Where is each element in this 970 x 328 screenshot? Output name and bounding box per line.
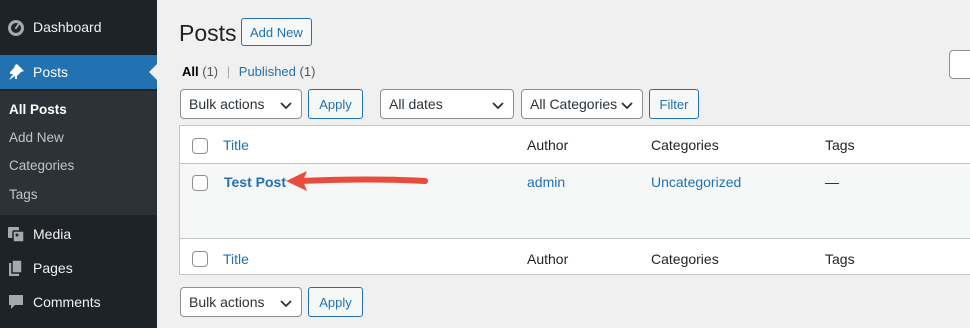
column-title-footer[interactable]: Title bbox=[223, 251, 249, 267]
bulk-actions-value: Bulk actions bbox=[189, 96, 265, 112]
dashboard-icon bbox=[6, 17, 26, 37]
apply-button-bottom[interactable]: Apply bbox=[308, 287, 363, 317]
table-header-row: Title Author Categories Tags bbox=[180, 126, 970, 164]
sidebar-item-label: Media bbox=[33, 226, 72, 242]
sidebar-item-dashboard[interactable]: Dashboard bbox=[0, 10, 157, 44]
column-tags-header: Tags bbox=[825, 137, 855, 153]
views-separator: | bbox=[226, 64, 231, 79]
bulk-actions-select[interactable]: Bulk actions bbox=[180, 89, 302, 119]
submenu-categories[interactable]: Categories bbox=[9, 158, 74, 173]
posts-submenu: All Posts Add New Categories Tags bbox=[0, 91, 157, 215]
table-footer-row: Title Author Categories Tags bbox=[180, 238, 970, 275]
search-input[interactable] bbox=[949, 50, 970, 79]
view-all-count: (1) bbox=[202, 64, 219, 79]
chevron-down-icon bbox=[621, 102, 633, 110]
submenu-tags[interactable]: Tags bbox=[9, 187, 38, 202]
filter-button[interactable]: Filter bbox=[649, 89, 699, 119]
posts-table: Title Author Categories Tags Test Post a… bbox=[179, 125, 970, 275]
chevron-down-icon bbox=[280, 300, 292, 308]
post-tags-value: — bbox=[825, 174, 839, 190]
sidebar-item-label: Pages bbox=[33, 260, 73, 276]
dates-value: All dates bbox=[389, 96, 443, 112]
column-tags-footer: Tags bbox=[825, 251, 855, 267]
add-new-button[interactable]: Add New bbox=[241, 18, 312, 46]
column-author-header: Author bbox=[527, 137, 569, 153]
sidebar-item-label: Posts bbox=[33, 64, 69, 80]
annotation-arrow-icon bbox=[286, 171, 428, 191]
pages-icon bbox=[6, 258, 26, 278]
bulk-actions-value: Bulk actions bbox=[189, 294, 265, 310]
bulk-actions-select-bottom[interactable]: Bulk actions bbox=[180, 287, 302, 317]
post-author-link[interactable]: admin bbox=[527, 174, 565, 190]
sidebar-item-pages[interactable]: Pages bbox=[0, 251, 157, 285]
view-published-count: (1) bbox=[299, 64, 316, 79]
page-title: Posts bbox=[179, 20, 237, 46]
sidebar-item-label: Comments bbox=[33, 294, 101, 310]
categories-value: All Categories bbox=[530, 96, 618, 112]
submenu-all-posts[interactable]: All Posts bbox=[9, 102, 67, 117]
pin-icon bbox=[6, 62, 26, 82]
dates-select[interactable]: All dates bbox=[380, 89, 514, 119]
submenu-add-new[interactable]: Add New bbox=[9, 130, 64, 145]
sidebar-item-label: Dashboard bbox=[33, 19, 102, 35]
post-category-link[interactable]: Uncategorized bbox=[651, 174, 741, 190]
row-checkbox[interactable] bbox=[192, 175, 208, 191]
view-published-link[interactable]: Published bbox=[239, 64, 296, 79]
comments-icon bbox=[6, 292, 26, 312]
sidebar-item-media[interactable]: Media bbox=[0, 217, 157, 251]
chevron-down-icon bbox=[280, 102, 292, 110]
column-title-header[interactable]: Title bbox=[223, 137, 249, 153]
column-categories-header: Categories bbox=[651, 137, 719, 153]
admin-sidebar: Dashboard Posts All Posts Add New Catego… bbox=[0, 0, 157, 328]
apply-button[interactable]: Apply bbox=[308, 89, 363, 119]
select-all-checkbox[interactable] bbox=[192, 138, 208, 154]
media-icon bbox=[6, 224, 26, 244]
column-author-footer: Author bbox=[527, 251, 569, 267]
post-title-link[interactable]: Test Post bbox=[224, 174, 286, 190]
post-status-views: All (1) | Published (1) bbox=[182, 64, 315, 79]
categories-select[interactable]: All Categories bbox=[521, 89, 643, 119]
select-all-checkbox-footer[interactable] bbox=[192, 251, 208, 267]
sidebar-item-posts[interactable]: Posts bbox=[0, 55, 157, 89]
view-all-link[interactable]: All bbox=[182, 64, 199, 79]
sidebar-item-comments[interactable]: Comments bbox=[0, 285, 157, 319]
column-categories-footer: Categories bbox=[651, 251, 719, 267]
chevron-down-icon bbox=[492, 102, 504, 110]
